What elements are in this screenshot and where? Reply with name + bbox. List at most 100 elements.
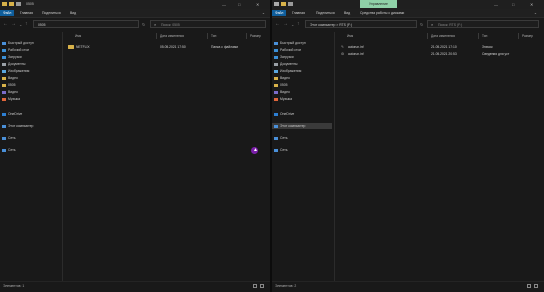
quick-access-icon[interactable] — [281, 2, 286, 6]
file-row[interactable]: NETFLIX 05.05.2021 17:50 Папка с файлами — [66, 44, 262, 50]
back-icon[interactable]: ← — [275, 21, 280, 27]
forward-icon[interactable]: → — [11, 21, 16, 27]
nav-label: Быстрый доступ — [8, 41, 34, 45]
nav-network-2[interactable]: Сеть — [2, 147, 16, 153]
nav-folder-0505[interactable]: 0505 — [274, 82, 288, 88]
nav-pictures[interactable]: Изображения — [2, 68, 29, 74]
nav-folder-0505[interactable]: 0505 — [2, 82, 16, 88]
pane-divider[interactable] — [334, 32, 335, 282]
column-separator[interactable] — [427, 33, 428, 39]
refresh-icon[interactable]: ↻ — [420, 22, 423, 27]
nav-music[interactable]: Музыка — [274, 96, 292, 102]
nav-documents[interactable]: Документы — [274, 61, 297, 67]
navigation-pane: Быстрый доступ Рабочий стол Загрузки Док… — [0, 32, 62, 282]
pane-divider[interactable] — [62, 32, 63, 282]
status-bar: Элементов: 2 — [272, 281, 544, 292]
forward-icon[interactable]: → — [283, 21, 288, 27]
file-row[interactable]: ⚙ autorun.inf 21.05.2021 20:53 Сведения … — [338, 51, 534, 57]
tab-manage[interactable]: Управление — [360, 0, 397, 8]
address-path[interactable]: Этот компьютер > RTS (F:) — [305, 20, 417, 28]
nav-pictures[interactable]: Изображения — [274, 68, 301, 74]
back-icon[interactable]: ← — [3, 21, 8, 27]
large-icons-view-icon[interactable] — [534, 284, 538, 288]
column-separator[interactable] — [518, 33, 519, 39]
column-header-name[interactable]: Имя — [347, 33, 353, 39]
window-title: 0505 — [26, 2, 34, 6]
nav-downloads[interactable]: Загрузки — [274, 54, 294, 60]
close-icon[interactable]: ✕ — [530, 2, 533, 7]
nav-network[interactable]: Сеть — [274, 135, 288, 141]
column-separator[interactable] — [156, 33, 157, 39]
tab-home[interactable]: Главная — [20, 10, 33, 16]
column-header-date[interactable]: Дата изменения — [160, 33, 184, 39]
nav-onedrive[interactable]: OneDrive — [274, 111, 294, 117]
close-icon[interactable]: ✕ — [256, 2, 259, 7]
properties-icon[interactable] — [16, 2, 21, 6]
nav-videos[interactable]: Видео — [274, 89, 290, 95]
quick-access-icon[interactable] — [9, 2, 14, 6]
recent-locations-icon[interactable]: ⌄ — [19, 22, 22, 27]
maximize-icon[interactable]: □ — [238, 2, 240, 7]
tab-file[interactable]: Файл — [0, 10, 15, 16]
network-icon — [274, 136, 278, 140]
file-name: autorun.inf — [348, 45, 364, 49]
ribbon-expand-icon[interactable]: ⌄ — [262, 10, 265, 16]
column-separator[interactable] — [207, 33, 208, 39]
tab-share[interactable]: Поделиться — [316, 10, 335, 16]
tab-view[interactable]: Вид — [70, 10, 76, 16]
column-header-type[interactable]: Тип — [211, 33, 216, 39]
nav-onedrive[interactable]: OneDrive — [2, 111, 22, 117]
up-icon[interactable]: ↑ — [25, 21, 28, 27]
nav-folder-video[interactable]: Видео — [2, 75, 18, 81]
nav-this-pc[interactable]: Этот компьютер — [2, 123, 33, 129]
item-count: Элементов: 2 — [275, 284, 297, 288]
column-header-size[interactable]: Размер — [522, 33, 533, 39]
nav-label: Изображения — [280, 69, 302, 73]
column-header-type[interactable]: Тип — [482, 33, 487, 39]
column-header-size[interactable]: Размер — [250, 33, 261, 39]
nav-this-pc[interactable]: Этот компьютер — [272, 123, 332, 129]
recent-locations-icon[interactable]: ⌄ — [291, 22, 294, 27]
maximize-icon[interactable]: □ — [512, 2, 514, 7]
nav-label: Видео — [8, 76, 18, 80]
videos-icon — [274, 90, 278, 94]
nav-desktop[interactable]: Рабочий стол — [2, 47, 29, 53]
search-input[interactable]: ⌕ Поиск: 0505 — [150, 20, 266, 28]
up-icon[interactable]: ↑ — [297, 21, 300, 27]
tab-file[interactable]: Файл — [272, 10, 287, 16]
computer-icon — [2, 124, 6, 128]
nav-quick-access[interactable]: Быстрый доступ — [2, 40, 34, 46]
file-row[interactable]: ✎ autorun.inf 21.05.2021 17:10 Значок — [338, 44, 534, 50]
details-view-icon[interactable] — [253, 284, 257, 288]
nav-documents[interactable]: Документы — [2, 61, 25, 67]
folder-icon — [274, 76, 278, 80]
column-header-name[interactable]: Имя — [75, 33, 81, 39]
nav-folder-video[interactable]: Видео — [274, 75, 290, 81]
file-date: 21.05.2021 17:10 — [431, 45, 457, 49]
tab-drive-tools[interactable]: Средства работы с дисками — [360, 10, 404, 16]
minimize-icon[interactable]: — — [494, 2, 498, 7]
tab-home[interactable]: Главная — [292, 10, 305, 16]
details-view-icon[interactable] — [527, 284, 531, 288]
large-icons-view-icon[interactable] — [260, 284, 264, 288]
minimize-icon[interactable]: — — [222, 2, 226, 7]
tab-view[interactable]: Вид — [344, 10, 350, 16]
nav-quick-access[interactable]: Быстрый доступ — [274, 40, 306, 46]
properties-icon[interactable] — [288, 2, 293, 6]
tab-share[interactable]: Поделиться — [42, 10, 61, 16]
search-input[interactable]: ⌕ Поиск: RTS (F:) — [427, 20, 539, 28]
documents-icon — [2, 62, 6, 66]
nav-network-2[interactable]: Сеть — [274, 147, 288, 153]
column-header-date[interactable]: Дата изменения — [431, 33, 455, 39]
nav-desktop[interactable]: Рабочий стол — [274, 47, 301, 53]
ribbon-expand-icon[interactable]: ⌄ — [534, 10, 537, 16]
column-separator[interactable] — [478, 33, 479, 39]
nav-downloads[interactable]: Загрузки — [2, 54, 22, 60]
nav-network[interactable]: Сеть — [2, 135, 16, 141]
nav-videos[interactable]: Видео — [2, 89, 18, 95]
pictures-icon — [2, 69, 6, 73]
address-path[interactable]: 0505 — [33, 20, 139, 28]
column-separator[interactable] — [246, 33, 247, 39]
refresh-icon[interactable]: ↻ — [142, 22, 145, 27]
nav-music[interactable]: Музыка — [2, 96, 20, 102]
